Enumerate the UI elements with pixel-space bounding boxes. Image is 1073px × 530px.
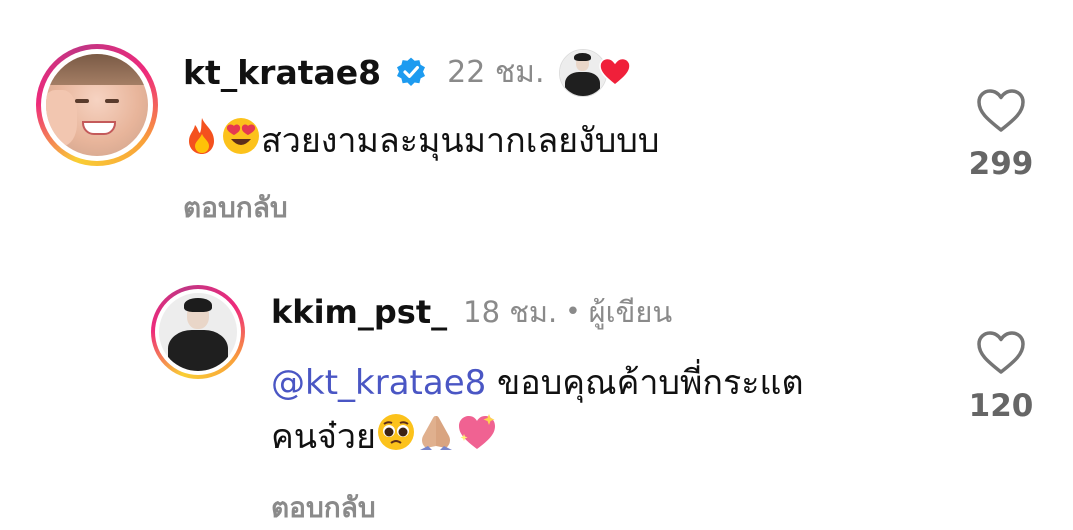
liked-by-creator: [558, 47, 631, 97]
reply-comment-item: kkim_pst_ 18 ชม. • ผู้เขียน @kt_kratae8 …: [0, 270, 1073, 525]
author-tag: ผู้เขียน: [588, 295, 673, 329]
comment-body-text-line2: คนจ๋วย: [271, 417, 376, 457]
comment-body-text: ขอบคุณค้าบพี่กระแต: [486, 363, 804, 403]
avatar-photo: [159, 293, 237, 371]
heart-outline-icon[interactable]: [976, 330, 1026, 376]
comment-text: @kt_kratae8 ขอบคุณค้าบพี่กระแต คนจ๋วย: [271, 356, 931, 468]
verified-badge-icon: [397, 57, 426, 86]
reply-button[interactable]: ตอบกลับ: [183, 186, 288, 230]
red-heart-icon: [598, 57, 631, 86]
avatar[interactable]: [151, 285, 245, 379]
pleading-face-emoji: [376, 412, 416, 468]
comment-text: สวยงามละมุนมากเลยงับบบ: [183, 114, 659, 172]
like-control: 120: [956, 330, 1046, 424]
comment-time: 18 ชม.: [463, 295, 558, 329]
like-count: 120: [968, 388, 1034, 424]
comment-header: kkim_pst_ 18 ชม. • ผู้เขียน: [271, 290, 672, 334]
fire-emoji: [183, 116, 221, 172]
like-count: 299: [968, 146, 1034, 182]
like-control: 299: [956, 88, 1046, 182]
avatar-photo: [46, 54, 148, 156]
username[interactable]: kt_kratae8: [183, 53, 381, 92]
heart-outline-icon[interactable]: [976, 88, 1026, 134]
username[interactable]: kkim_pst_: [271, 293, 447, 331]
folded-hands-emoji: [416, 412, 456, 468]
comment-time: 22 ชม.: [447, 54, 545, 90]
avatar[interactable]: [36, 44, 158, 166]
sparkling-heart-emoji: [456, 412, 498, 468]
comment-item: kt_kratae8 22 ชม. สวยงามละมุนมากเลยงับบบ…: [0, 0, 1073, 250]
heart-eyes-emoji: [221, 116, 261, 172]
comment-body-text: สวยงามละมุนมากเลยงับบบ: [261, 121, 660, 161]
reply-button[interactable]: ตอบกลับ: [271, 486, 376, 530]
comment-header: kt_kratae8 22 ชม.: [183, 46, 631, 98]
mention-link[interactable]: @kt_kratae8: [271, 363, 486, 403]
separator-dot: •: [565, 297, 581, 327]
